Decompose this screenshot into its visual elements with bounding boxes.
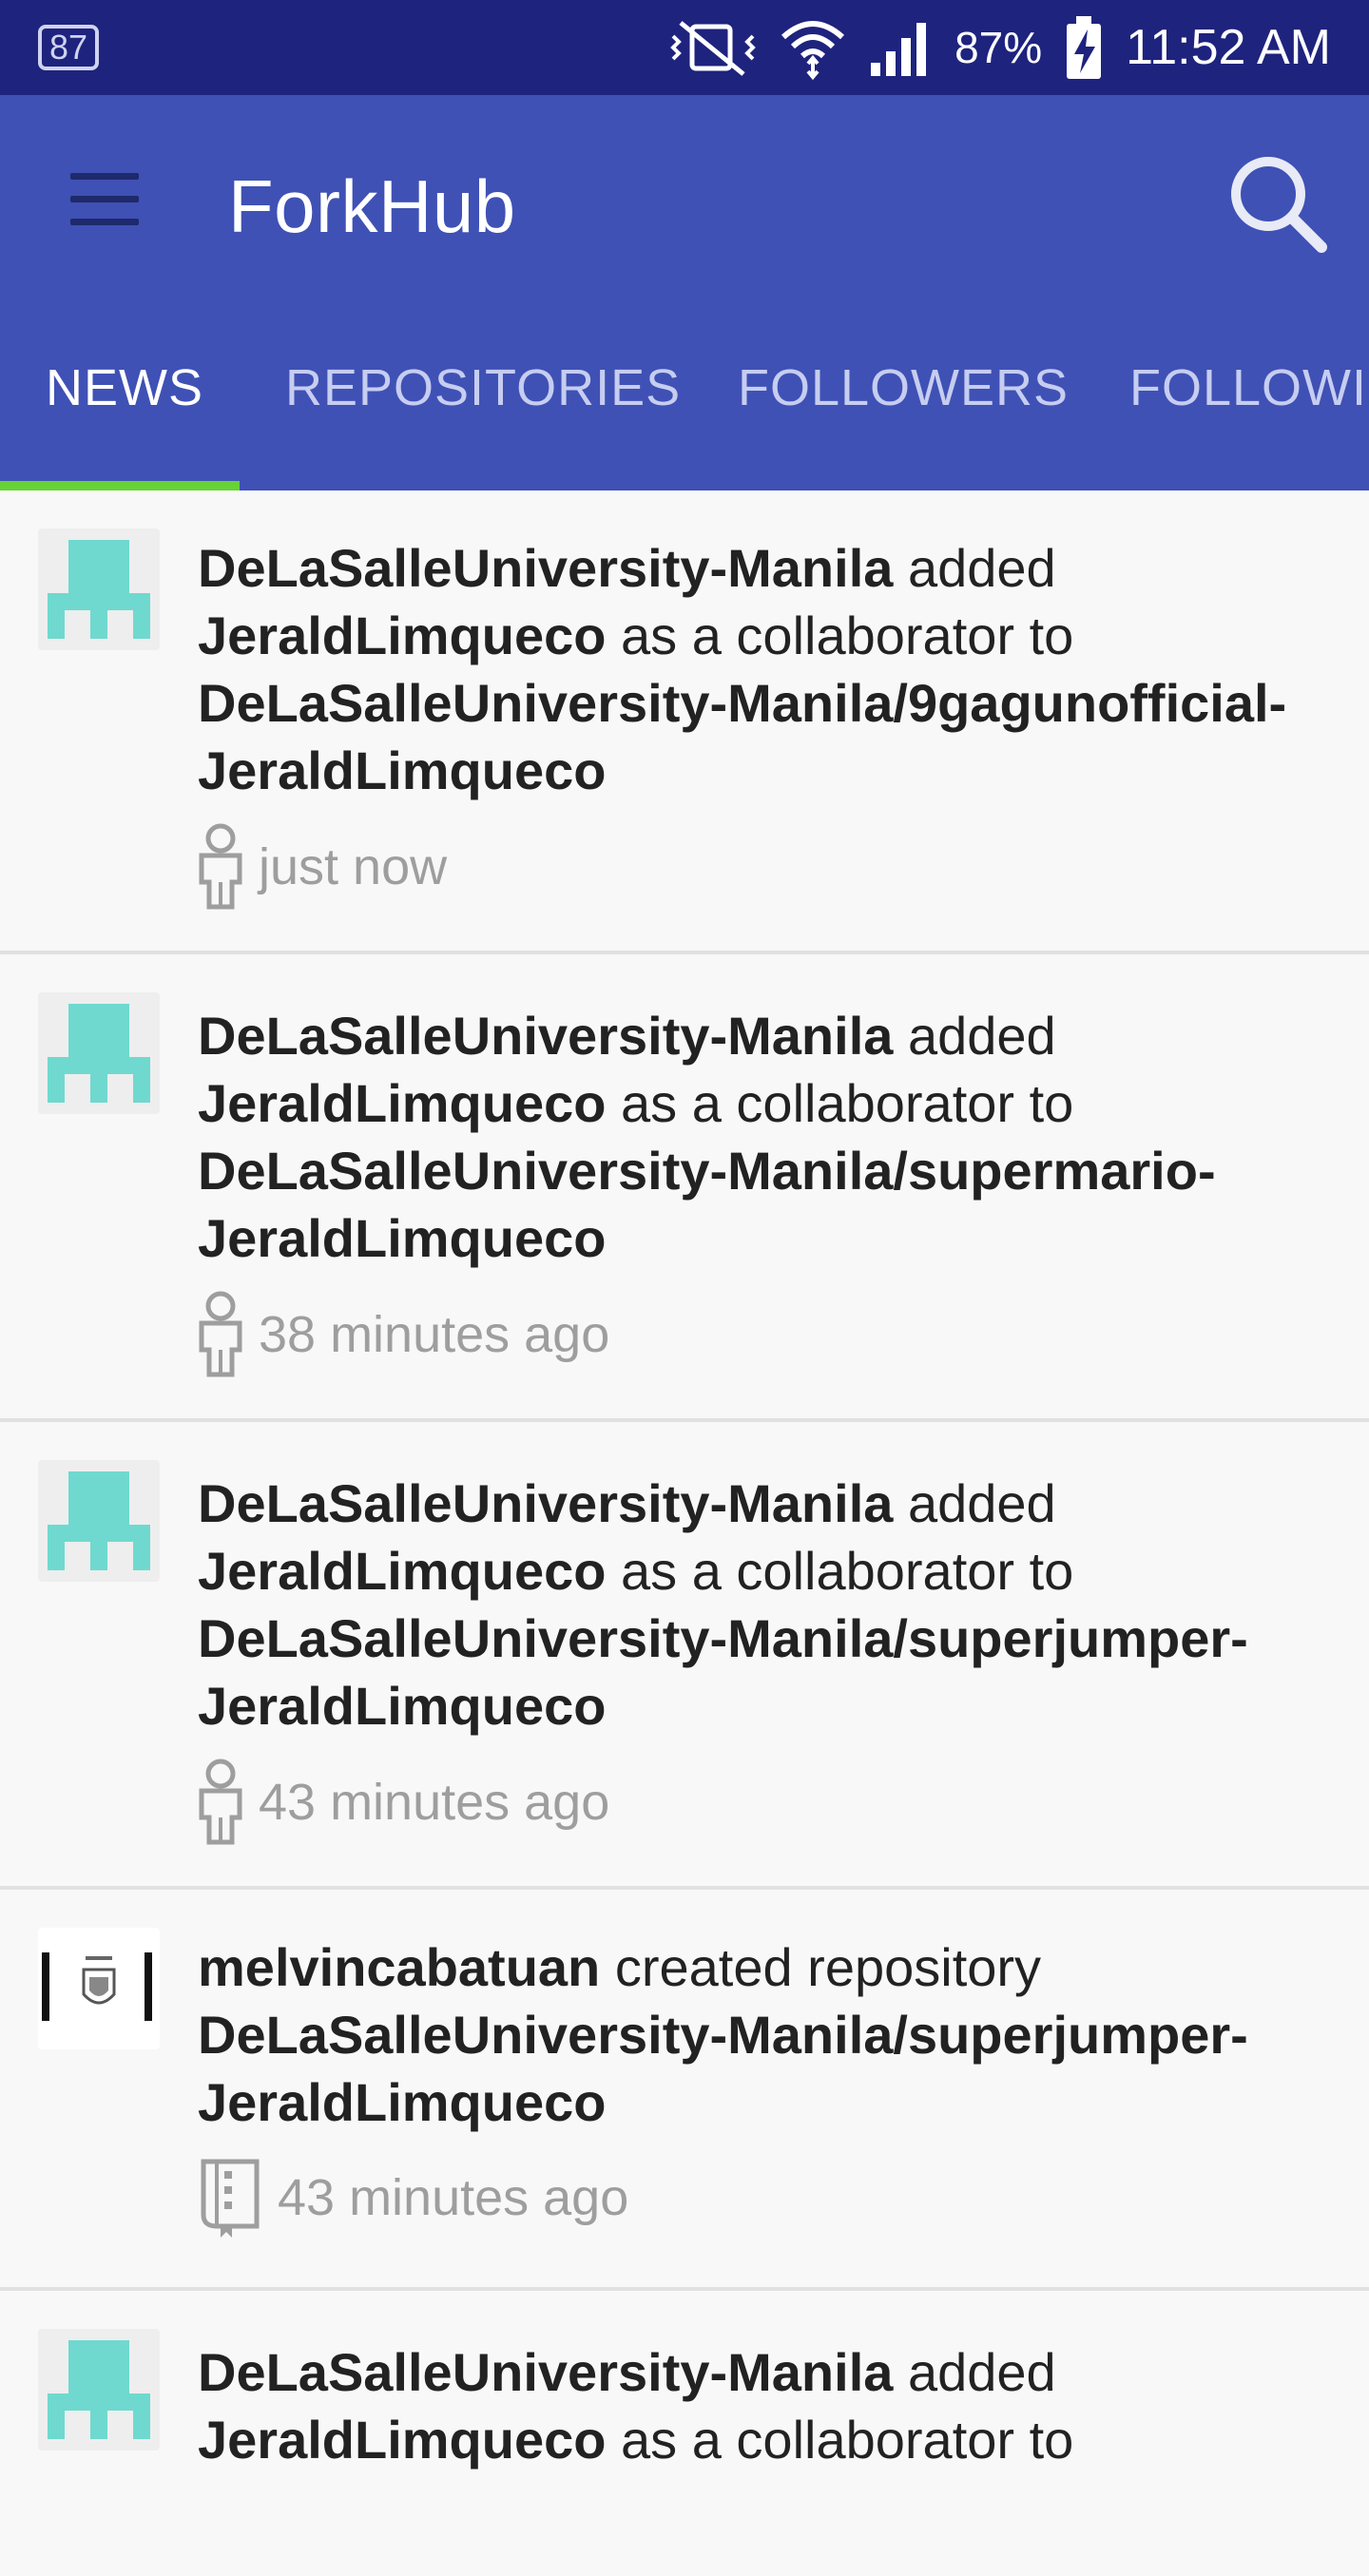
list-item[interactable]: DeLaSalleUniversity-Manila added JeraldL… [0, 490, 1369, 954]
repo-link-cont[interactable]: JeraldLimqueco [198, 1676, 606, 1736]
app-title: ForkHub [228, 164, 516, 248]
target-user-link[interactable]: JeraldLimqueco [198, 2410, 606, 2470]
person-icon [199, 823, 242, 910]
tab-news[interactable]: NEWS [46, 285, 203, 490]
app-bar: ForkHub [0, 95, 1369, 285]
identicon-avatar[interactable] [38, 1460, 160, 1582]
actor-link[interactable]: DeLaSalleUniversity-Manila [198, 538, 893, 598]
person-icon [199, 1291, 242, 1377]
event-description: DeLaSalleUniversity-Manila added JeraldL… [198, 2342, 1074, 2470]
repo-link[interactable]: DeLaSalleUniversity-Manila/9gagunofficia… [198, 673, 1286, 733]
repo-link[interactable]: DeLaSalleUniversity-Manila/superjumper- [198, 1608, 1248, 1668]
repo-link-cont[interactable]: JeraldLimqueco [198, 2072, 606, 2132]
tab-following[interactable]: FOLLOWING [1129, 285, 1369, 490]
event-time: 43 minutes ago [259, 1774, 610, 1831]
battery-percent: 87% [954, 23, 1043, 72]
logo-avatar[interactable] [38, 1928, 160, 2049]
search-icon[interactable] [1226, 152, 1331, 257]
event-description: DeLaSalleUniversity-Manila added JeraldL… [198, 1473, 1248, 1736]
actor-link[interactable]: DeLaSalleUniversity-Manila [198, 2342, 893, 2402]
identicon-avatar[interactable] [38, 2329, 160, 2451]
identicon-avatar[interactable] [38, 992, 160, 1114]
repo-link-cont[interactable]: JeraldLimqueco [198, 740, 606, 800]
notification-badge-icon: 87 [38, 25, 100, 70]
list-item[interactable]: DeLaSalleUniversity-Manila added JeraldL… [0, 954, 1369, 1422]
actor-link[interactable]: DeLaSalleUniversity-Manila [198, 1473, 893, 1533]
event-meta: 43 minutes ago [198, 1759, 609, 1846]
event-time: just now [259, 838, 448, 895]
target-user-link[interactable]: JeraldLimqueco [198, 1073, 606, 1133]
actor-link[interactable]: melvincabatuan [198, 1937, 600, 1997]
repo-book-icon [201, 2159, 260, 2238]
signal-icon [871, 23, 927, 76]
clock: 11:52 AM [1126, 20, 1331, 75]
event-meta: just now [198, 823, 447, 911]
list-item[interactable]: DeLaSalleUniversity-Manila added JeraldL… [0, 1422, 1369, 1890]
list-item[interactable]: DeLaSalleUniversity-Manila added JeraldL… [0, 2291, 1369, 2576]
tab-repositories[interactable]: REPOSITORIES [285, 285, 681, 490]
battery-charging-icon [1067, 16, 1102, 79]
hamburger-menu-icon[interactable] [67, 173, 143, 226]
identicon-avatar[interactable] [38, 529, 160, 650]
status-bar: 87 87% 11:52 AM [0, 0, 1369, 95]
event-description: DeLaSalleUniversity-Manila added JeraldL… [198, 538, 1287, 800]
event-meta: 43 minutes ago [198, 2156, 628, 2240]
event-time: 38 minutes ago [259, 1306, 610, 1363]
repo-link[interactable]: DeLaSalleUniversity-Manila/supermario- [198, 1141, 1216, 1201]
event-description: DeLaSalleUniversity-Manila added JeraldL… [198, 1006, 1216, 1268]
list-item[interactable]: melvincabatuan created repository DeLaSa… [0, 1890, 1369, 2291]
target-user-link[interactable]: JeraldLimqueco [198, 606, 606, 665]
actor-link[interactable]: DeLaSalleUniversity-Manila [198, 1006, 893, 1066]
repo-link-cont[interactable]: JeraldLimqueco [198, 1208, 606, 1268]
mute-vibrate-icon [670, 21, 756, 76]
event-description: melvincabatuan created repository DeLaSa… [198, 1937, 1248, 2132]
repo-link[interactable]: DeLaSalleUniversity-Manila/superjumper- [198, 2005, 1248, 2065]
person-icon [199, 1759, 242, 1845]
tab-indicator [0, 481, 240, 490]
tab-bar: NEWS REPOSITORIES FOLLOWERS FOLLOWING [0, 285, 1369, 490]
event-time: 43 minutes ago [278, 2169, 629, 2226]
tab-followers[interactable]: FOLLOWERS [738, 285, 1069, 490]
wifi-icon [781, 21, 845, 81]
target-user-link[interactable]: JeraldLimqueco [198, 1541, 606, 1601]
event-meta: 38 minutes ago [198, 1291, 609, 1378]
